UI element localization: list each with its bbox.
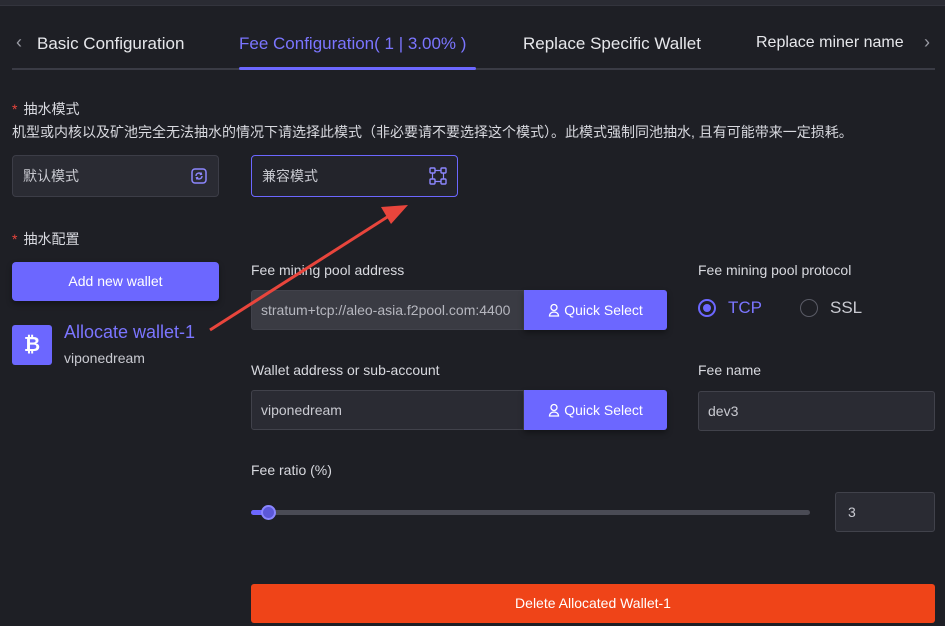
mode-description: 机型或内核以及矿池完全无法抽水的情况下请选择此模式（非必要请不要选择这个模式）。… xyxy=(12,124,853,140)
mode-option-compatible-label: 兼容模式 xyxy=(262,168,318,184)
mode-section-title-text: 抽水模式 xyxy=(23,101,80,117)
tab-replace-miner-name[interactable]: Replace miner name xyxy=(756,34,911,52)
add-wallet-button[interactable]: Add new wallet xyxy=(12,262,219,301)
delete-wallet-button[interactable]: Delete Allocated Wallet-1 xyxy=(251,584,935,623)
cycle-icon xyxy=(191,168,207,184)
chevron-left-icon[interactable]: ‹ xyxy=(12,32,26,52)
fee-ratio-slider-thumb[interactable] xyxy=(261,505,276,520)
annotation-arrow-head xyxy=(381,205,408,224)
fee-ratio-slider-track[interactable] xyxy=(251,510,810,515)
fee-name-input[interactable]: dev3 xyxy=(698,391,935,431)
wallet-item-name[interactable]: Allocate wallet-1 xyxy=(64,322,195,343)
user-pin-icon xyxy=(549,403,560,417)
tab-replace-miner-name-label: Replace miner name xyxy=(756,34,904,51)
config-tabs: ‹ Basic Configuration Fee Configuration(… xyxy=(0,22,945,70)
pool-address-label: Fee mining pool address xyxy=(251,262,405,278)
required-mark: * xyxy=(12,101,18,117)
wallet-address-label: Wallet address or sub-account xyxy=(251,362,440,378)
config-section-title: * 抽水配置 xyxy=(12,229,79,249)
protocol-tcp-label[interactable]: TCP xyxy=(728,298,762,318)
pool-quick-select-button[interactable]: Quick Select xyxy=(524,290,667,330)
required-mark: * xyxy=(12,231,18,247)
user-pin-icon xyxy=(549,303,560,317)
wallet-quick-select-label: Quick Select xyxy=(564,402,643,418)
tab-replace-specific-wallet[interactable]: Replace Specific Wallet xyxy=(523,34,701,54)
mode-option-compatible[interactable]: 兼容模式 xyxy=(251,155,458,197)
tab-basic-configuration[interactable]: Basic Configuration xyxy=(37,34,184,54)
top-bar xyxy=(0,0,945,6)
pool-address-input[interactable]: stratum+tcp://aleo-asia.f2pool.com:4400 xyxy=(251,290,524,330)
network-nodes-icon xyxy=(429,167,447,185)
mode-option-default[interactable]: 默认模式 xyxy=(12,155,219,197)
mode-option-default-label: 默认模式 xyxy=(23,168,79,184)
protocol-ssl-label[interactable]: SSL xyxy=(830,298,862,318)
config-section-title-text: 抽水配置 xyxy=(23,231,80,247)
protocol-label: Fee mining pool protocol xyxy=(698,262,852,278)
protocol-ssl-radio[interactable] xyxy=(800,299,818,317)
wallet-item-account: viponedream xyxy=(64,350,145,366)
active-tab-indicator xyxy=(239,67,476,70)
protocol-tcp-radio[interactable] xyxy=(698,299,716,317)
mode-section-title: * 抽水模式 xyxy=(12,99,79,119)
bitcoin-icon: ₿ xyxy=(12,325,52,365)
chevron-right-icon[interactable]: › xyxy=(920,32,934,52)
fee-ratio-label: Fee ratio (%) xyxy=(251,462,332,478)
tab-fee-configuration[interactable]: Fee Configuration( 1 | 3.00% ) xyxy=(239,34,466,54)
fee-ratio-input[interactable]: 3 xyxy=(835,492,935,532)
pool-quick-select-label: Quick Select xyxy=(564,302,643,318)
fee-name-label: Fee name xyxy=(698,362,762,378)
wallet-quick-select-button[interactable]: Quick Select xyxy=(524,390,667,430)
wallet-address-input[interactable]: viponedream xyxy=(251,390,524,430)
